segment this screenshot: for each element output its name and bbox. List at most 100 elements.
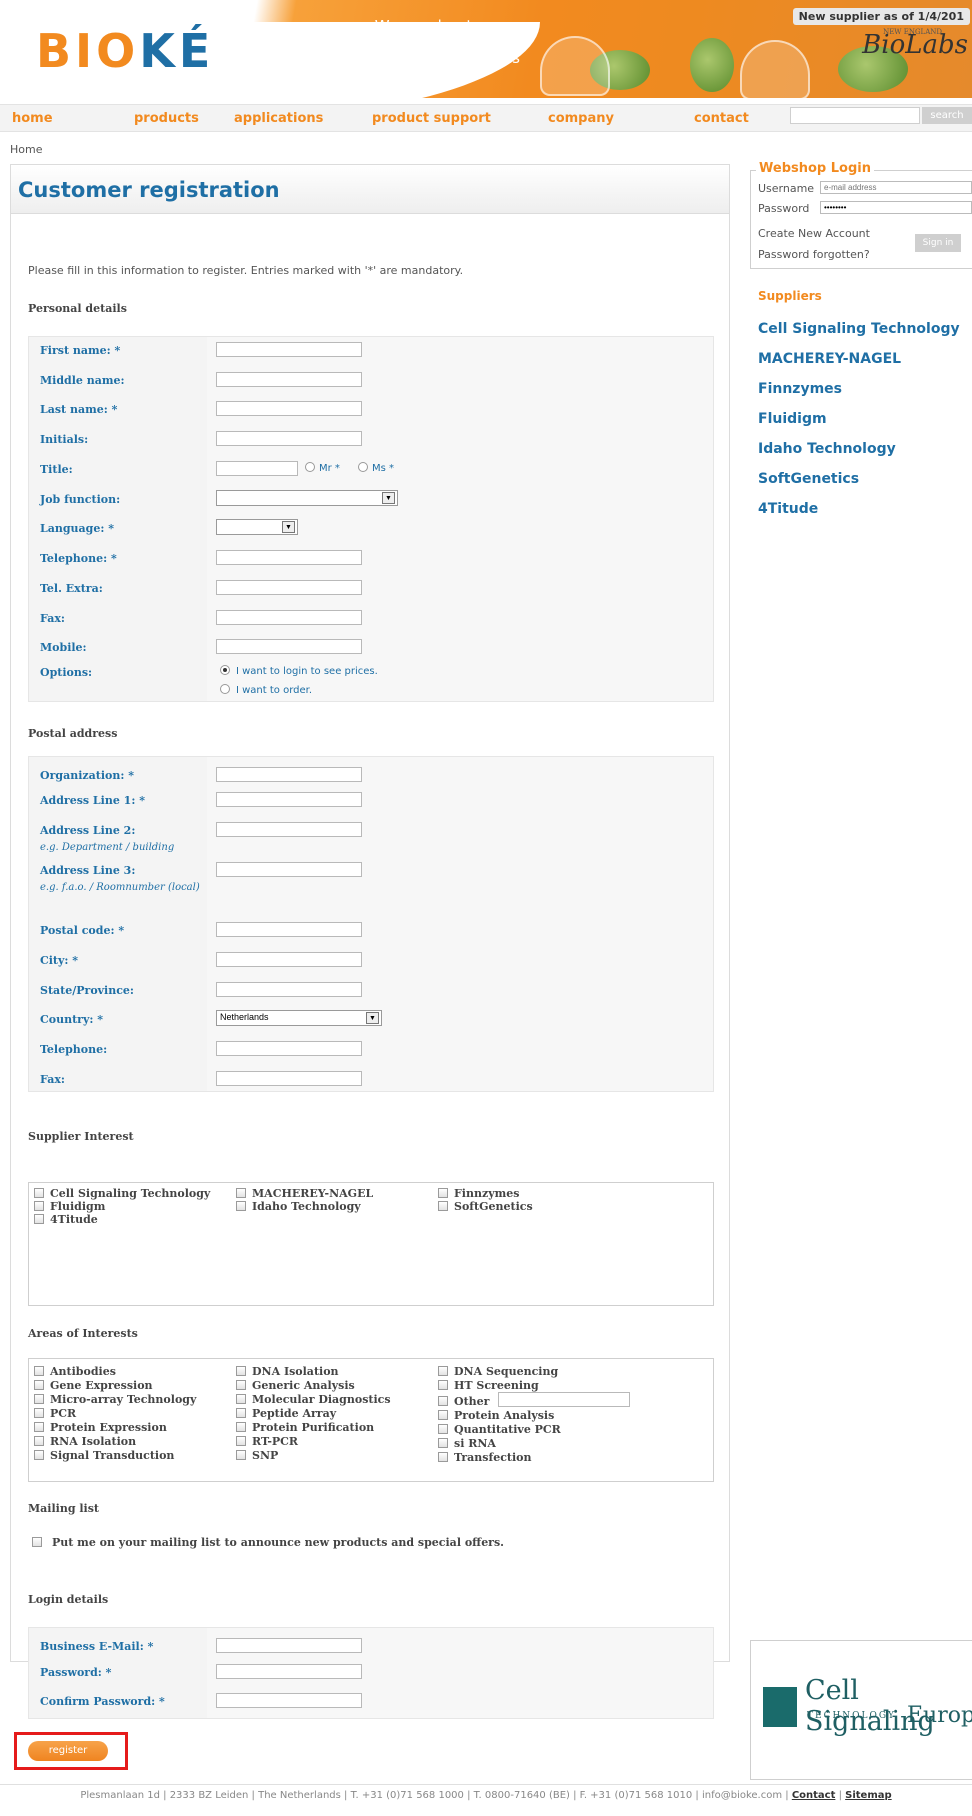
footer-contact-link[interactable]: Contact: [792, 1790, 836, 1801]
postal-telephone-input[interactable]: [216, 1041, 362, 1056]
country-select[interactable]: Netherlands ▼: [216, 1010, 382, 1026]
register-button[interactable]: register: [28, 1741, 108, 1761]
checkbox-peptide-array[interactable]: [236, 1408, 246, 1418]
supplier-link-macherey-nagel[interactable]: MACHEREY-NAGEL: [758, 351, 901, 367]
checkbox-rna-isolation[interactable]: [34, 1436, 44, 1446]
mobile-input[interactable]: [216, 639, 362, 654]
partner-logo[interactable]: BioLabs: [862, 30, 968, 60]
webshop-password-input[interactable]: [820, 201, 972, 214]
radio-ms-label: Ms *: [372, 463, 395, 474]
checkbox-protein-expression[interactable]: [34, 1422, 44, 1432]
fax-input[interactable]: [216, 610, 362, 625]
last-name-input[interactable]: [216, 401, 362, 416]
checkbox-mailing-list[interactable]: [32, 1537, 42, 1547]
password-input[interactable]: [216, 1664, 362, 1679]
footer-address: Plesmanlaan 1d | 2333 BZ Leiden | The Ne…: [80, 1790, 792, 1801]
footer-sitemap-link[interactable]: Sitemap: [845, 1790, 892, 1801]
city-input[interactable]: [216, 952, 362, 967]
state-input[interactable]: [216, 982, 362, 997]
business-email-input[interactable]: [216, 1638, 362, 1653]
hint-address3: e.g. f.a.o. / Roomnumber (local): [40, 882, 200, 893]
postal-fax-input[interactable]: [216, 1071, 362, 1086]
checkbox-dna-sequencing[interactable]: [438, 1366, 448, 1376]
job-function-select[interactable]: ▼: [216, 490, 398, 506]
username-label: Username: [758, 182, 815, 195]
checkbox-pcr[interactable]: [34, 1408, 44, 1418]
checkbox-idaho[interactable]: [236, 1201, 246, 1211]
language-select[interactable]: ▼: [216, 519, 298, 535]
title-input[interactable]: [216, 461, 298, 476]
cb-label-rt-pcr: RT-PCR: [252, 1435, 299, 1448]
section-personal-details: Personal details: [28, 302, 127, 315]
page-title: Customer registration: [18, 178, 280, 202]
radio-order-label: I want to order.: [236, 685, 313, 696]
nav-contact[interactable]: contact: [694, 111, 749, 126]
radio-mr[interactable]: [305, 462, 315, 472]
checkbox-ht-screening[interactable]: [438, 1380, 448, 1390]
supplier-link-4titude[interactable]: 4Titude: [758, 501, 818, 517]
chevron-down-icon: ▼: [366, 1012, 379, 1024]
nav-company[interactable]: company: [548, 111, 614, 126]
checkbox-rt-pcr[interactable]: [236, 1436, 246, 1446]
nav-product-support[interactable]: product support: [372, 111, 491, 126]
checkbox-fluidigm[interactable]: [34, 1201, 44, 1211]
sign-in-button[interactable]: Sign in: [915, 234, 961, 252]
checkbox-finnzymes[interactable]: [438, 1188, 448, 1198]
checkbox-softgenetics[interactable]: [438, 1201, 448, 1211]
plant-image: [690, 38, 734, 92]
nav-products[interactable]: products: [134, 111, 199, 126]
tel-extra-input[interactable]: [216, 580, 362, 595]
checkbox-macherey-nagel[interactable]: [236, 1188, 246, 1198]
checkbox-transfection[interactable]: [438, 1452, 448, 1462]
checkbox-molecular-diagnostics[interactable]: [236, 1394, 246, 1404]
postal-code-input[interactable]: [216, 922, 362, 937]
logo-text-bio: BIO: [36, 24, 140, 78]
cell-signaling-ad[interactable]: Cell Signaling TECHNOLOGY Europe: [750, 1640, 972, 1780]
other-interest-input[interactable]: [498, 1392, 630, 1407]
supplier-link-idaho[interactable]: Idaho Technology: [758, 441, 896, 457]
supplier-link-finnzymes[interactable]: Finnzymes: [758, 381, 842, 397]
middle-name-input[interactable]: [216, 372, 362, 387]
initials-input[interactable]: [216, 431, 362, 446]
first-name-input[interactable]: [216, 342, 362, 357]
cb-label-snp: SNP: [252, 1449, 279, 1462]
site-footer: Plesmanlaan 1d | 2333 BZ Leiden | The Ne…: [0, 1790, 972, 1801]
create-account-link[interactable]: Create New Account: [758, 227, 870, 240]
cb-label-generic-analysis: Generic Analysis: [252, 1379, 355, 1392]
address3-input[interactable]: [216, 862, 362, 877]
breadcrumb[interactable]: Home: [10, 143, 42, 156]
checkbox-antibodies[interactable]: [34, 1366, 44, 1376]
nav-home[interactable]: home: [12, 111, 53, 126]
webshop-username-input[interactable]: [820, 181, 972, 194]
checkbox-dna-isolation[interactable]: [236, 1366, 246, 1376]
supplier-link-softgenetics[interactable]: SoftGenetics: [758, 471, 859, 487]
checkbox-4titude[interactable]: [34, 1214, 44, 1224]
supplier-link-cell-signaling[interactable]: Cell Signaling Technology: [758, 321, 960, 337]
checkbox-gene-expression[interactable]: [34, 1380, 44, 1390]
telephone-input[interactable]: [216, 550, 362, 565]
radio-login-prices[interactable]: [220, 665, 230, 675]
checkbox-cell-signaling[interactable]: [34, 1188, 44, 1198]
cb-label-antibodies: Antibodies: [50, 1365, 116, 1378]
checkbox-micro-array[interactable]: [34, 1394, 44, 1404]
supplier-link-fluidigm[interactable]: Fluidigm: [758, 411, 827, 427]
organization-input[interactable]: [216, 767, 362, 782]
search-input[interactable]: [790, 107, 920, 124]
checkbox-si-rna[interactable]: [438, 1438, 448, 1448]
checkbox-snp[interactable]: [236, 1450, 246, 1460]
search-button[interactable]: search: [922, 107, 972, 124]
checkbox-generic-analysis[interactable]: [236, 1380, 246, 1390]
checkbox-protein-purification[interactable]: [236, 1422, 246, 1432]
checkbox-other[interactable]: [438, 1396, 448, 1406]
checkbox-protein-analysis[interactable]: [438, 1410, 448, 1420]
address2-input[interactable]: [216, 822, 362, 837]
bioke-logo[interactable]: BIOKÉ: [36, 24, 214, 78]
radio-ms[interactable]: [358, 462, 368, 472]
radio-order[interactable]: [220, 684, 230, 694]
checkbox-signal-transduction[interactable]: [34, 1450, 44, 1460]
checkbox-quantitative-pcr[interactable]: [438, 1424, 448, 1434]
nav-applications[interactable]: applications: [234, 111, 323, 126]
address1-input[interactable]: [216, 792, 362, 807]
password-forgotten-link[interactable]: Password forgotten?: [758, 248, 870, 261]
confirm-password-input[interactable]: [216, 1693, 362, 1708]
